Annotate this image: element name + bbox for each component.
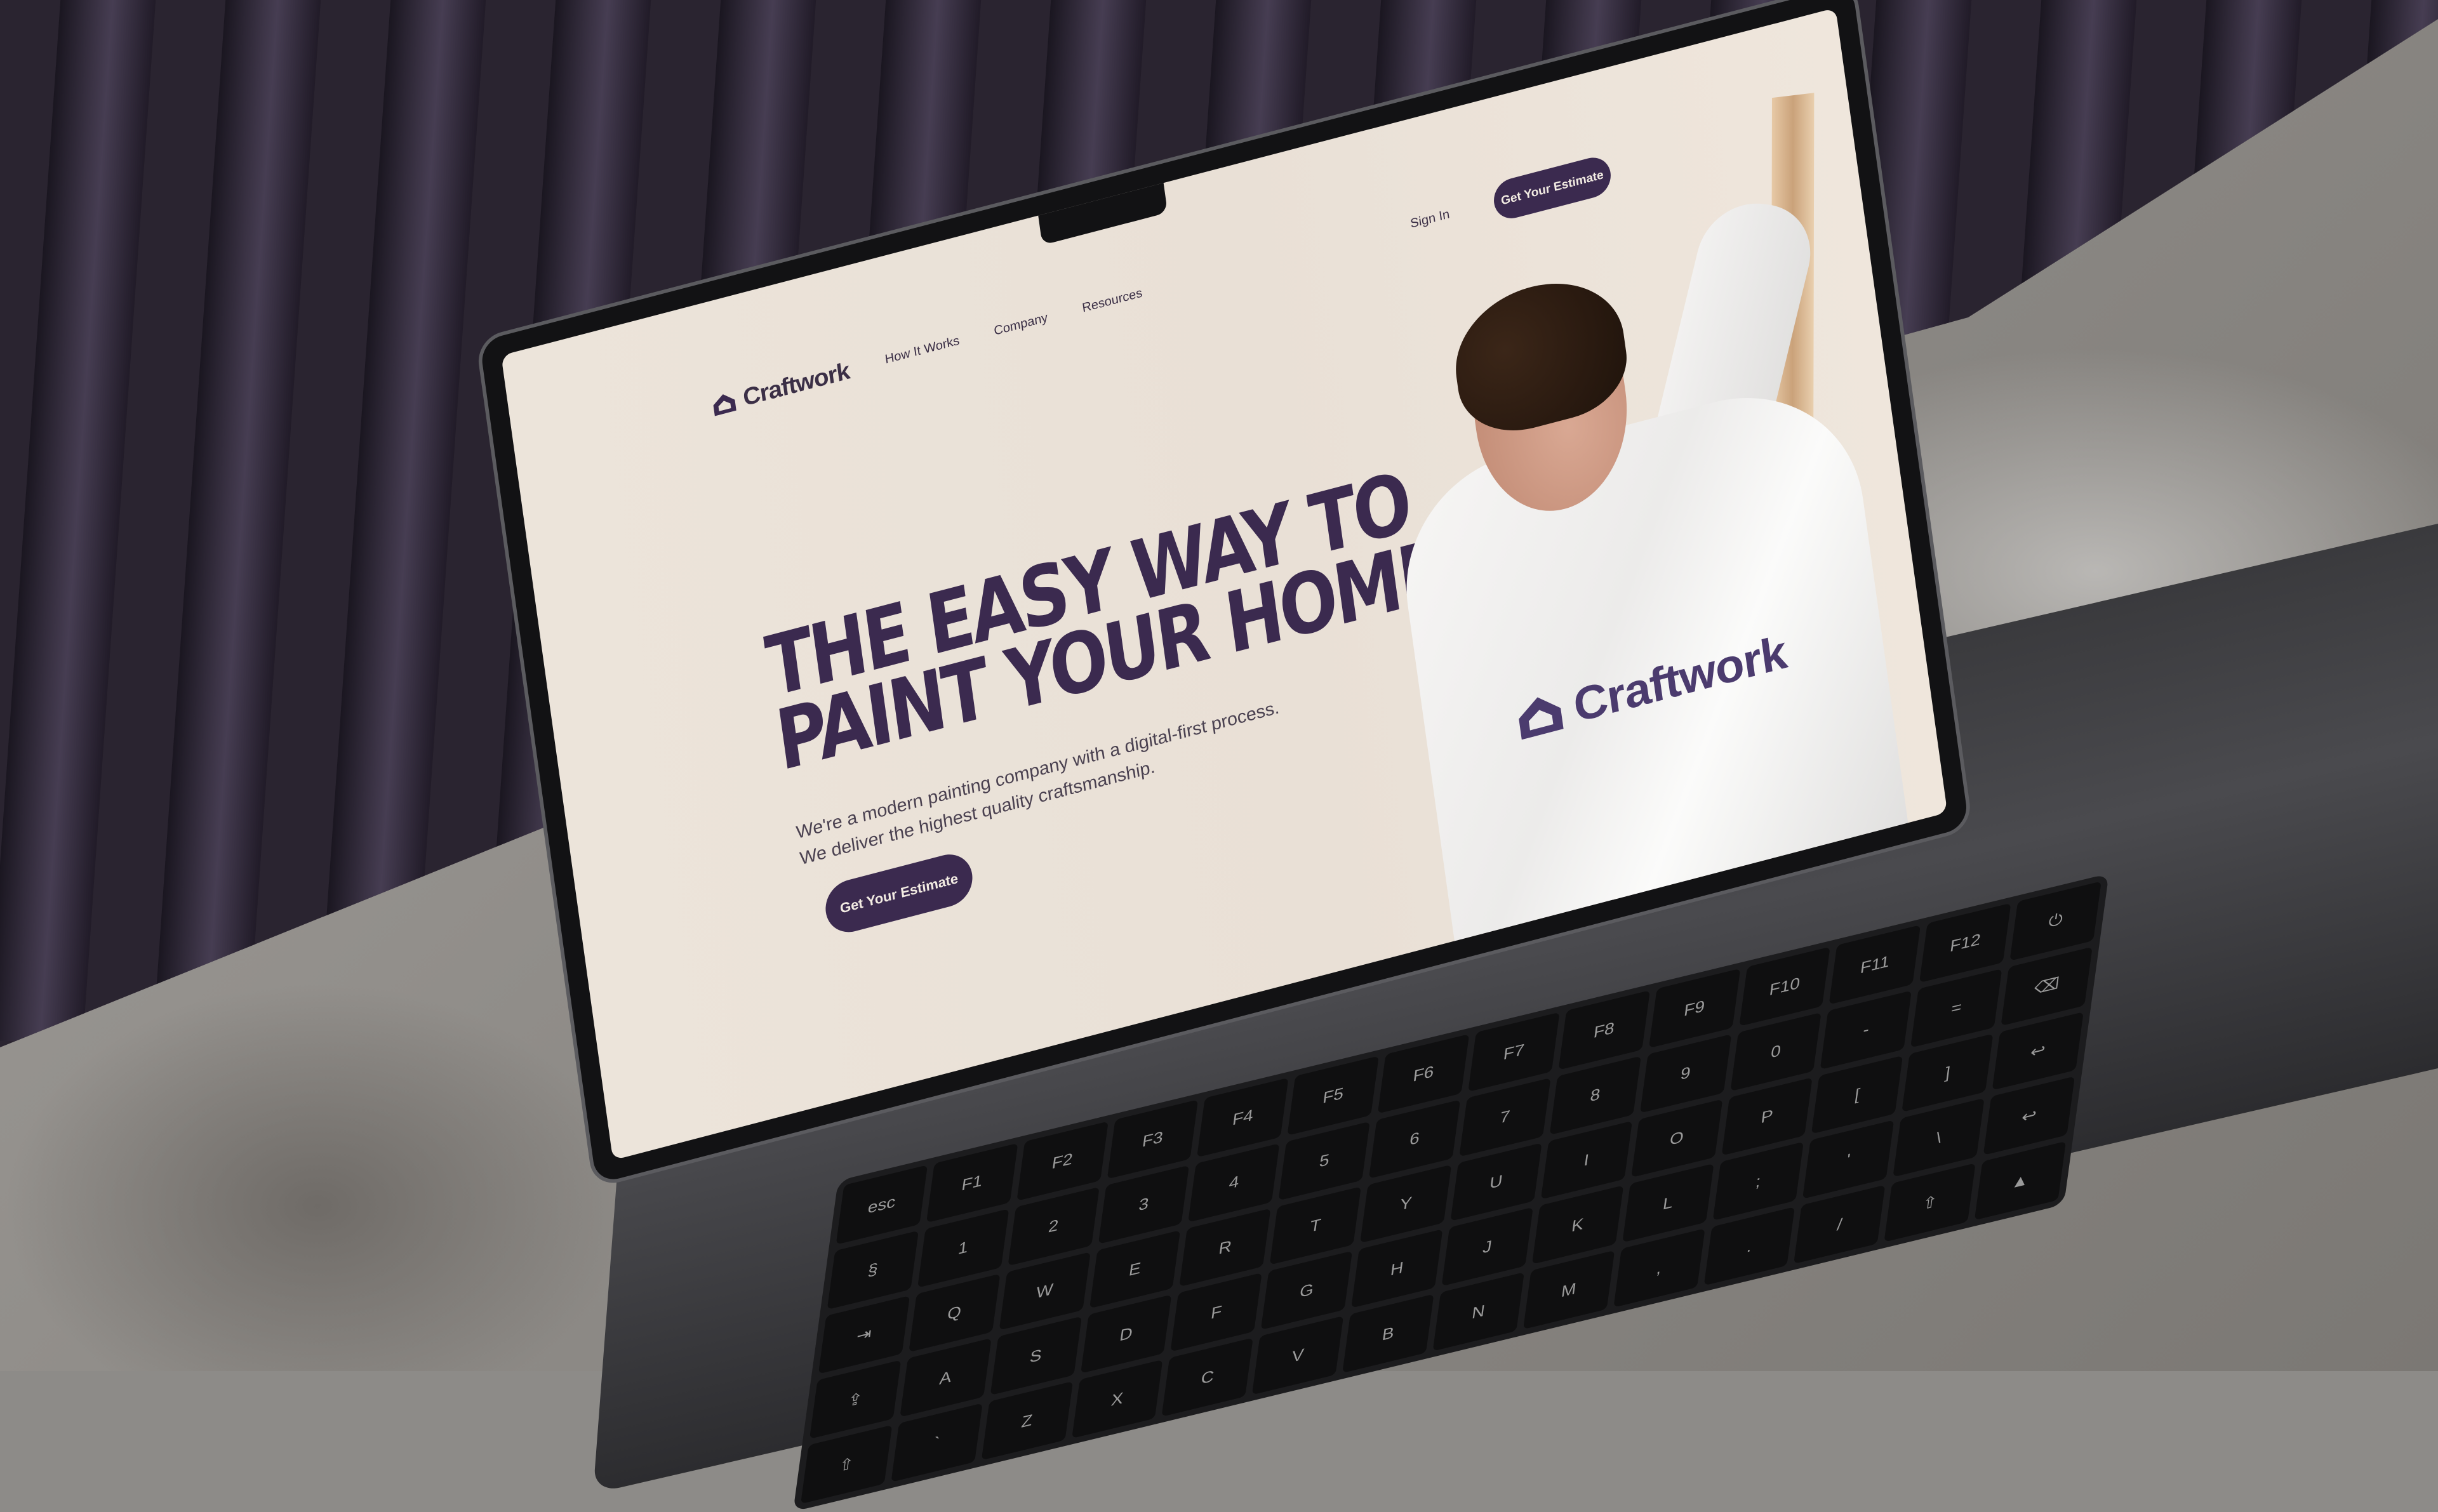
nav-company[interactable]: Company bbox=[993, 310, 1049, 338]
brand-logo[interactable]: Craftwork bbox=[710, 357, 851, 420]
get-estimate-button-hero[interactable]: Get Your Estimate bbox=[822, 849, 976, 938]
hero-photo-painter: Craftwork bbox=[1299, 66, 1948, 1021]
house-logo-icon bbox=[711, 390, 738, 417]
nav-resources[interactable]: Resources bbox=[1081, 286, 1143, 315]
house-logo-icon bbox=[1514, 689, 1566, 743]
main-nav: How It Works Company Resources bbox=[884, 286, 1143, 367]
nav-how-it-works[interactable]: How It Works bbox=[884, 333, 961, 367]
brand-name: Craftwork bbox=[741, 357, 851, 411]
